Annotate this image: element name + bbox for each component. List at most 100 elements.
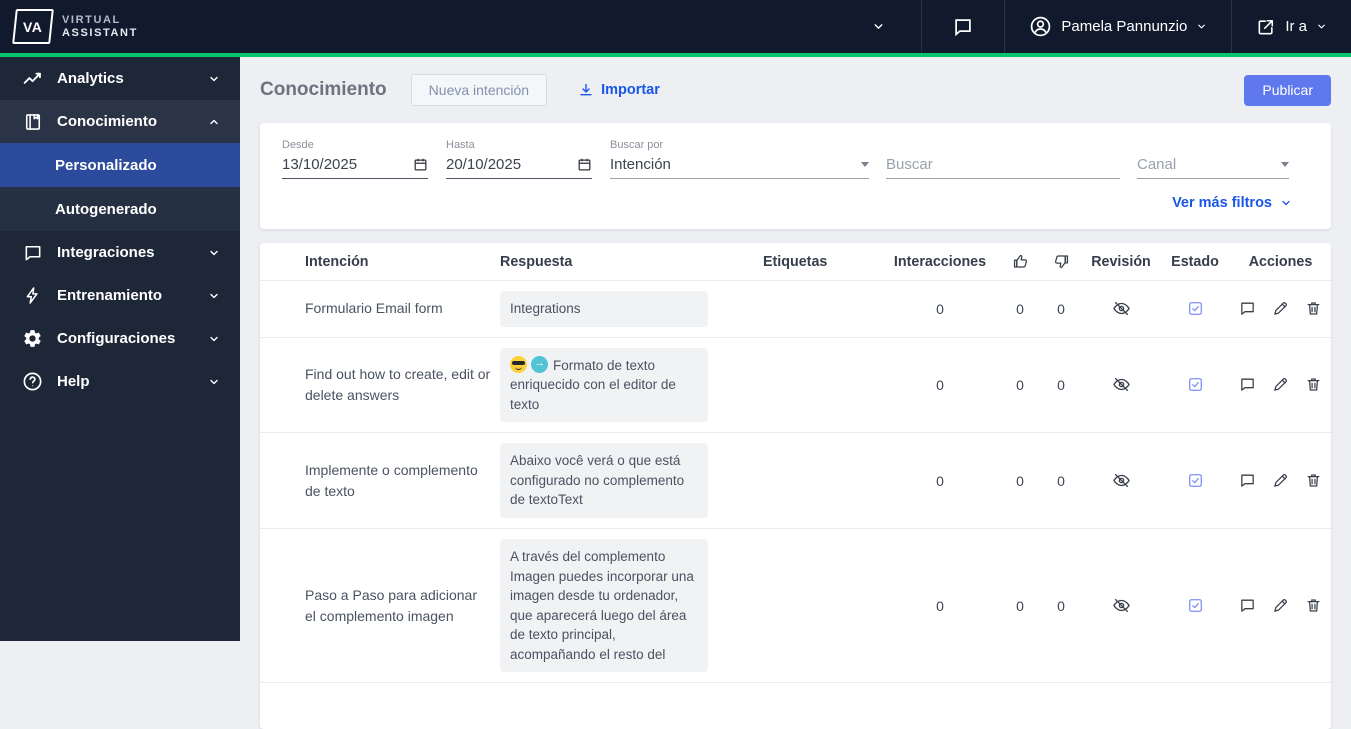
- messages-button[interactable]: [922, 0, 1004, 53]
- field-label: [886, 139, 1120, 151]
- select-caret-icon: [861, 162, 869, 167]
- thumbs-down-icon: [1054, 255, 1068, 269]
- dislikes-count: 0: [1057, 376, 1065, 393]
- channel-input[interactable]: [1137, 156, 1281, 173]
- field-label: Buscar por: [610, 139, 664, 151]
- date-from-field[interactable]: Desde 13/10/2025: [282, 139, 428, 179]
- sidebar-item-conocimiento[interactable]: Conocimiento: [0, 100, 240, 143]
- comment-action-icon[interactable]: [1239, 472, 1256, 489]
- eye-off-icon[interactable]: [1112, 596, 1131, 615]
- likes-count: 0: [1016, 472, 1024, 489]
- sunglasses-emoji-icon: [510, 355, 527, 373]
- import-button[interactable]: Importar: [578, 82, 660, 98]
- user-name: Pamela Pannunzio: [1061, 18, 1188, 35]
- dislikes-count: 0: [1057, 300, 1065, 317]
- eye-off-icon[interactable]: [1112, 375, 1131, 394]
- sidebar-item-configuraciones[interactable]: Configuraciones: [0, 317, 240, 360]
- sidebar-item-label: Analytics: [57, 70, 124, 87]
- response-text: Abaixo você verá o que está configurado …: [510, 453, 685, 508]
- sidebar-item-autogenerado[interactable]: Autogenerado: [0, 187, 240, 231]
- response-chip: A través del complemento Imagen puedes i…: [500, 538, 708, 673]
- filters-panel: Desde 13/10/2025 Hasta 20/10/2025 Buscar…: [260, 123, 1331, 229]
- edit-action-icon[interactable]: [1272, 376, 1289, 393]
- gear-icon: [22, 328, 43, 349]
- lightning-icon: [22, 285, 43, 306]
- calendar-icon[interactable]: [413, 157, 428, 172]
- delete-action-icon[interactable]: [1305, 597, 1322, 614]
- chevron-down-icon: [210, 293, 218, 298]
- delete-action-icon[interactable]: [1305, 300, 1322, 317]
- chevron-down-icon: [210, 76, 218, 81]
- col-review: Revisión: [1091, 253, 1151, 270]
- chevron-down-icon: [1318, 24, 1325, 29]
- comment-action-icon[interactable]: [1239, 376, 1256, 393]
- chevron-up-icon: [210, 119, 218, 124]
- external-link-icon: [1258, 19, 1274, 34]
- table-row[interactable]: Paso a Paso para adicionar el complement…: [260, 529, 1331, 682]
- sidebar-item-integraciones[interactable]: Integraciones: [0, 231, 240, 274]
- interactions-count: 0: [936, 472, 944, 489]
- response-text: A través del complemento Imagen puedes i…: [510, 548, 694, 662]
- col-response: Respuesta: [500, 253, 573, 270]
- logo-text: VIRTUAL ASSISTANT: [62, 13, 138, 39]
- date-from-value: 13/10/2025: [282, 156, 358, 173]
- dislikes-count: 0: [1057, 472, 1065, 489]
- help-circle-icon: [22, 371, 43, 392]
- calendar-icon[interactable]: [577, 157, 592, 172]
- sidebar-item-help[interactable]: Help: [0, 360, 240, 403]
- go-to-menu[interactable]: Ir a: [1232, 0, 1351, 53]
- sidebar-item-label: Integraciones: [57, 244, 155, 261]
- user-menu[interactable]: Pamela Pannunzio: [1005, 0, 1231, 53]
- date-to-field[interactable]: Hasta 20/10/2025: [446, 139, 592, 179]
- go-to-label: Ir a: [1285, 18, 1307, 35]
- status-checkbox-icon[interactable]: [1187, 472, 1204, 489]
- table-row[interactable]: Formulario Email form Integrations 0 0 0: [260, 281, 1331, 337]
- sidebar-item-analytics[interactable]: Analytics: [0, 57, 240, 100]
- comment-action-icon[interactable]: [1239, 597, 1256, 614]
- col-dislikes: [1040, 252, 1082, 271]
- sidebar-item-label: Autogenerado: [55, 200, 157, 218]
- sidebar-item-personalizado[interactable]: Personalizado: [0, 143, 240, 187]
- new-intent-button[interactable]: Nueva intención: [410, 74, 548, 106]
- search-field[interactable]: [886, 139, 1120, 179]
- table-row: [260, 683, 1331, 729]
- sidebar-item-label: Entrenamiento: [57, 287, 163, 304]
- search-by-select[interactable]: Buscar por Intención: [610, 139, 869, 179]
- sidebar-item-label: Help: [57, 373, 90, 390]
- table-row[interactable]: Find out how to create, edit or delete a…: [260, 338, 1331, 433]
- edit-action-icon[interactable]: [1272, 472, 1289, 489]
- thumbs-up-icon: [1013, 254, 1027, 268]
- chip-icons: →: [510, 355, 548, 373]
- table-header-row: Intención Respuesta Etiquetas Interaccio…: [260, 243, 1331, 281]
- col-likes: [1000, 252, 1040, 271]
- select-caret-icon: [1281, 162, 1289, 167]
- search-input[interactable]: [886, 156, 1120, 173]
- sidebar-item-entrenamiento[interactable]: Entrenamiento: [0, 274, 240, 317]
- col-intent: Intención: [305, 253, 369, 270]
- status-checkbox-icon[interactable]: [1187, 300, 1204, 317]
- likes-count: 0: [1016, 300, 1024, 317]
- status-checkbox-icon[interactable]: [1187, 597, 1204, 614]
- download-icon: [580, 83, 592, 96]
- main-content: Conocimiento Nueva intención Importar Pu…: [240, 57, 1351, 729]
- table-row[interactable]: Implemente o complemento de texto Abaixo…: [260, 433, 1331, 528]
- status-checkbox-icon[interactable]: [1187, 376, 1204, 393]
- publish-button[interactable]: Publicar: [1244, 74, 1331, 106]
- intent-text: Paso a Paso para adicionar el complement…: [305, 586, 477, 624]
- sidebar-item-label: Conocimiento: [57, 113, 157, 130]
- edit-action-icon[interactable]: [1272, 300, 1289, 317]
- chevron-down-icon: [874, 24, 883, 29]
- comment-action-icon[interactable]: [1239, 300, 1256, 317]
- intent-text: Formulario Email form: [305, 300, 443, 317]
- intents-table: Intención Respuesta Etiquetas Interaccio…: [260, 243, 1331, 729]
- delete-action-icon[interactable]: [1305, 472, 1322, 489]
- env-dropdown[interactable]: [836, 0, 921, 53]
- edit-action-icon[interactable]: [1272, 597, 1289, 614]
- eye-off-icon[interactable]: [1112, 299, 1131, 318]
- channel-select[interactable]: [1137, 139, 1289, 179]
- eye-off-icon[interactable]: [1112, 471, 1131, 490]
- delete-action-icon[interactable]: [1305, 376, 1322, 393]
- chat-bubble-icon: [22, 242, 43, 263]
- more-filters-link[interactable]: Ver más filtros: [282, 179, 1292, 223]
- response-chip: → Formato de texto enriquecido con el edi…: [500, 347, 708, 423]
